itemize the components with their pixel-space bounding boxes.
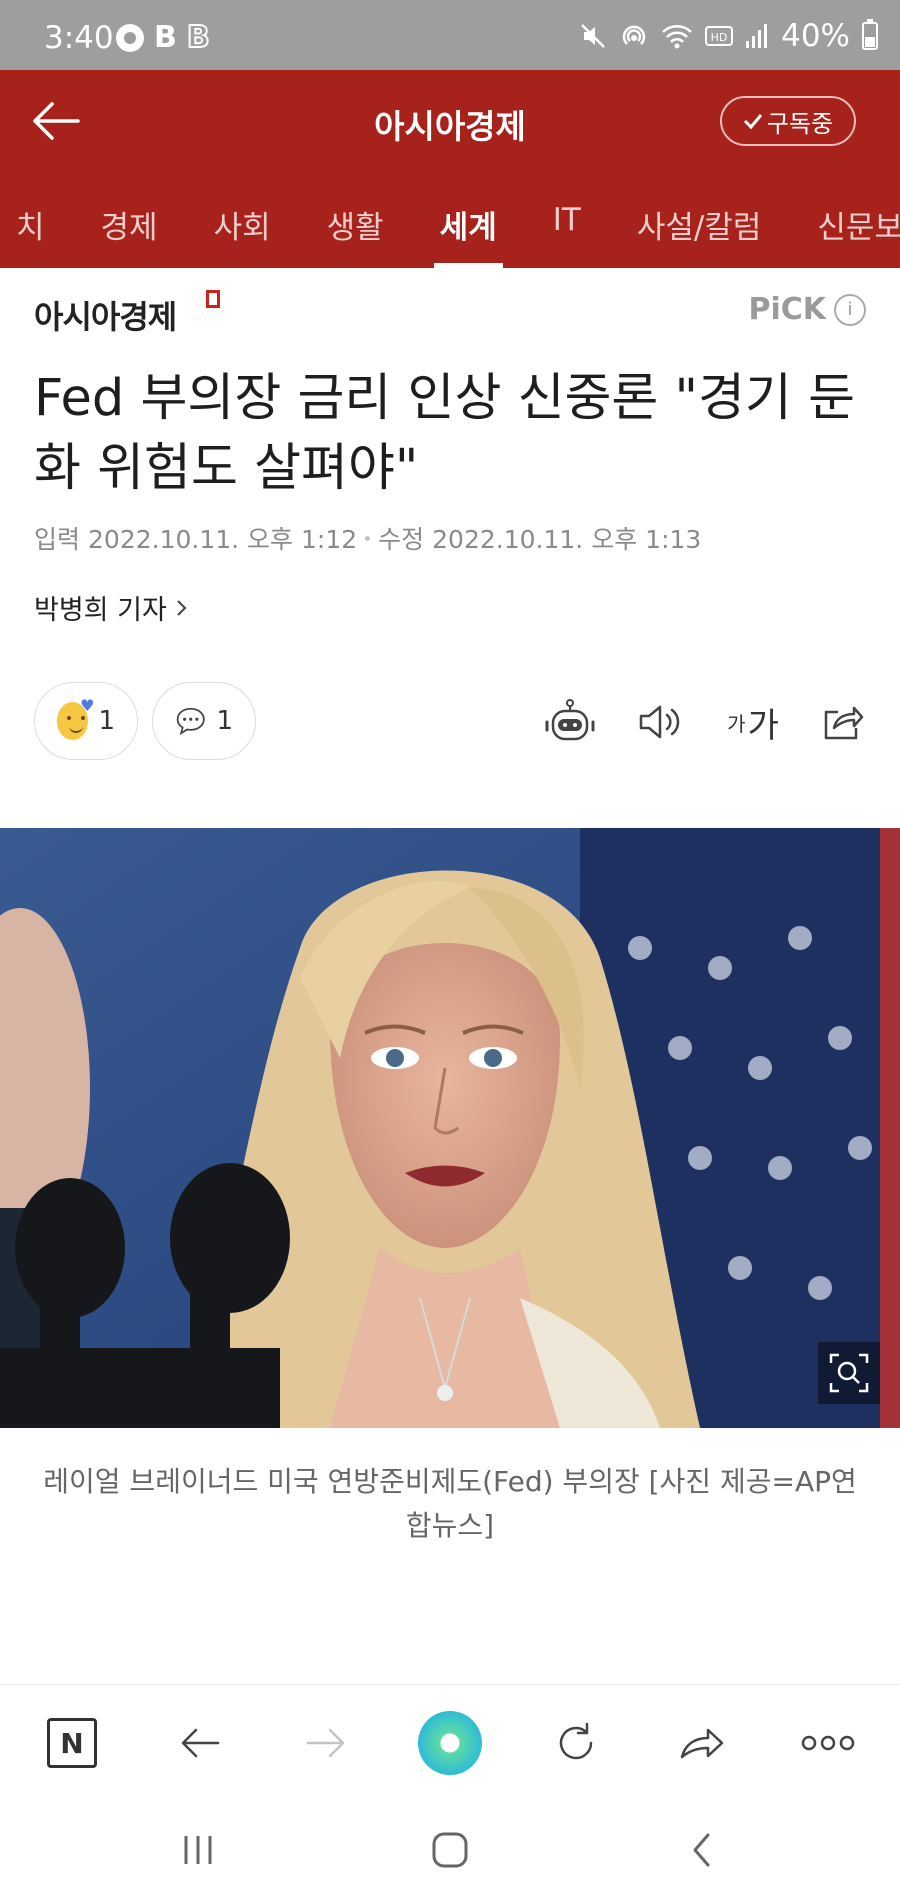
tab-newspaper[interactable]: 신문보기 [789, 172, 900, 268]
reaction-count: 1 [98, 706, 115, 736]
tab-economy[interactable]: 경제 [73, 172, 186, 268]
home-icon [432, 1832, 468, 1868]
article-dates: 입력 2022.10.11. 오후 1:12 수정 2022.10.11. 오후… [34, 520, 701, 556]
system-back-button[interactable] [680, 1830, 724, 1870]
pick-badge[interactable]: PiCK i [748, 292, 866, 327]
font-size-button[interactable]: 가가 [720, 694, 786, 750]
portrait-illustration [0, 828, 900, 1428]
naver-home-button[interactable]: N [40, 1711, 104, 1775]
svg-text:HD: HD [711, 31, 728, 44]
summary-bot-button[interactable] [542, 694, 598, 750]
comment-button[interactable]: 1 [152, 682, 256, 760]
refresh-icon [559, 1722, 593, 1760]
browser-toolbar: N [0, 1684, 900, 1800]
speaker-icon [639, 705, 680, 739]
press-mark-icon [206, 290, 220, 308]
notification-icons: B B [116, 20, 211, 55]
article-headline: Fed 부의장 금리 인상 신중론 "경기 둔화 위험도 살펴야" [34, 369, 855, 498]
article-photo[interactable] [0, 828, 900, 1428]
hotspot-icon [619, 22, 649, 50]
forward-share-button[interactable] [670, 1711, 734, 1775]
browser-back-button[interactable] [168, 1711, 232, 1775]
refresh-button[interactable] [544, 1711, 608, 1775]
input-time: 2022.10.11. 오후 1:12 [88, 525, 358, 554]
photo-zoom-button[interactable] [818, 1342, 880, 1404]
wifi-icon [661, 23, 693, 49]
subscribe-button[interactable]: 구독중 [720, 96, 856, 146]
zoom-icon [829, 1353, 869, 1393]
naver-n-icon: N [47, 1718, 97, 1768]
hd-icon: HD [705, 24, 734, 48]
more-menu-button[interactable] [796, 1711, 860, 1775]
tab-politics[interactable]: 치 [0, 172, 73, 268]
status-right: HD 40% [579, 18, 878, 54]
signal-icon [745, 23, 769, 49]
app-header: 아시아경제 구독중 [0, 70, 900, 172]
arrow-right-icon [306, 1728, 345, 1758]
tab-it[interactable]: IT [525, 172, 609, 268]
tab-life[interactable]: 생활 [299, 172, 412, 268]
mute-icon [579, 22, 607, 50]
system-navigation-bar [0, 1800, 900, 1900]
font-large-label: 가 [747, 705, 779, 746]
starbucks-icon [116, 24, 144, 52]
separator-dot [365, 535, 371, 541]
press-logo[interactable]: 아시아경제 [34, 292, 177, 338]
check-icon [743, 114, 763, 130]
recent-apps-button[interactable] [176, 1830, 220, 1870]
reporter-name: 박병희 기자 [34, 595, 167, 626]
reaction-button[interactable]: ♥ 1 [34, 682, 138, 760]
status-time: 3:40 [44, 20, 114, 56]
b-app-icon: B [154, 20, 177, 55]
tts-button[interactable] [632, 694, 688, 750]
share-icon [824, 706, 864, 740]
share-button[interactable] [814, 694, 870, 750]
comment-count: 1 [216, 706, 233, 736]
b-app-outline-icon: B [186, 20, 211, 55]
browser-forward-button[interactable] [294, 1711, 358, 1775]
chevron-right-icon [177, 599, 187, 616]
info-icon[interactable]: i [834, 293, 866, 326]
status-bar: 3:40 B B HD 40% [0, 0, 900, 70]
pick-label: PiCK [748, 292, 826, 327]
reporter-link[interactable]: 박병희 기자 [34, 588, 189, 627]
tab-society[interactable]: 사회 [186, 172, 299, 268]
edit-time: 2022.10.11. 오후 1:13 [432, 525, 702, 554]
smile-emoji-icon: ♥ [57, 696, 94, 740]
chevron-left-icon [693, 1833, 710, 1867]
arrow-left-icon [181, 1728, 220, 1758]
greendot-button[interactable] [418, 1711, 482, 1775]
greendot-icon [418, 1711, 482, 1775]
robot-icon [545, 699, 595, 741]
subscribe-label: 구독중 [766, 109, 834, 138]
category-nav: 치 경제 사회 생활 세계 IT 사설/칼럼 신문보기 [0, 172, 900, 268]
tab-world[interactable]: 세계 [412, 172, 525, 268]
home-button[interactable] [428, 1830, 472, 1870]
photo-caption: 레이얼 브레이너드 미국 연방준비제도(Fed) 부의장 [사진 제공=AP연합… [43, 1465, 857, 1542]
font-small-label: 가 [727, 711, 746, 736]
comment-icon [176, 707, 205, 736]
battery-percent: 40% [781, 18, 850, 54]
input-label: 입력 [34, 525, 81, 554]
recent-apps-icon [184, 1836, 212, 1864]
more-dots-icon [801, 1735, 855, 1751]
tab-editorial[interactable]: 사설/칼럼 [609, 172, 790, 268]
battery-icon [862, 19, 878, 50]
share-arrow-icon [680, 1728, 724, 1759]
edit-label: 수정 [378, 525, 425, 554]
